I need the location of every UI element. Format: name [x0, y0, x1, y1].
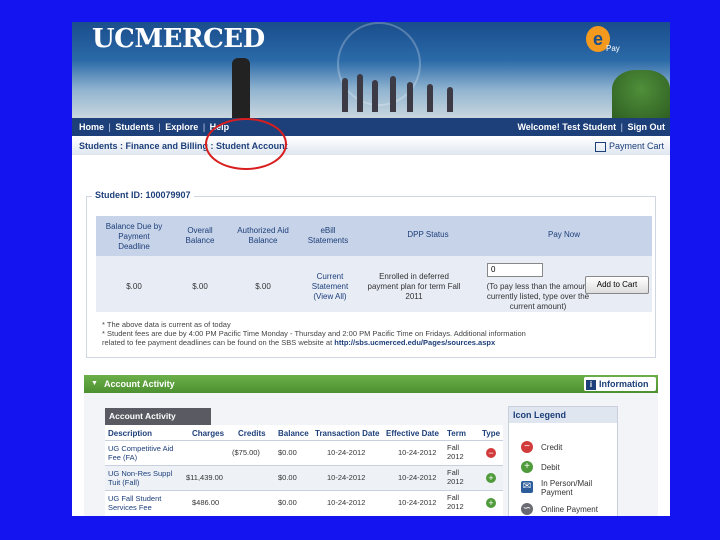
annotation-circle — [205, 118, 287, 170]
ucmerced-logo: UCMERCED — [92, 24, 265, 54]
account-activity-tab[interactable]: Account Activity — [105, 408, 211, 425]
mouse-icon: ∽ — [521, 503, 533, 515]
nav-links: Home | Students | Explore | Help — [79, 122, 230, 132]
minus-circle-icon: − — [521, 441, 533, 453]
row1-effective-date: 10-24-2012 — [398, 473, 437, 482]
breadcrumb: Students : Finance and Billing : Student… — [72, 137, 670, 155]
balance-due-value: $.00 — [126, 282, 142, 291]
sign-out-link[interactable]: Sign Out — [628, 122, 666, 132]
pay-amount-input[interactable]: 0 — [487, 263, 543, 277]
col-dpp-status: DPP Status — [407, 230, 449, 239]
row0-balance: $0.00 — [278, 448, 297, 457]
row0-credits: ($75.00) — [232, 448, 260, 457]
account-activity-title: Account Activity — [104, 379, 175, 389]
student-id-label: Student ID: 100079907 — [92, 190, 194, 200]
legend-mail-payment: In Person/Mail Payment — [541, 479, 593, 497]
collapse-arrow-icon[interactable]: ▼ — [91, 380, 98, 387]
plus-circle-icon: + — [521, 461, 533, 473]
account-activity-bar[interactable]: ▼ Account Activity i Information — [84, 375, 658, 393]
col-ebill: eBill Statements — [307, 226, 349, 245]
icon-legend: Icon Legend − Credit + Debit ✉ In Person… — [508, 406, 618, 516]
cart-icon — [594, 141, 606, 152]
note-deadlines: * Student fees are due by 4:00 PM Pacifi… — [102, 329, 526, 338]
information-link[interactable]: i Information — [584, 377, 656, 391]
plus-circle-icon: + — [486, 498, 496, 508]
overall-balance-value: $.00 — [192, 282, 208, 291]
payment-cart-link[interactable]: Payment Cart — [594, 141, 664, 152]
welcome-text: Welcome! Test Student — [517, 122, 617, 132]
legend-debit: Debit — [541, 463, 560, 472]
hdr-charges: Charges — [192, 429, 225, 438]
top-nav: Home | Students | Explore | Help Welcome… — [72, 118, 670, 136]
row0-effective-date: 10-24-2012 — [398, 448, 437, 457]
row1-description[interactable]: UG Non-Res Suppl Tuit (Fall) — [108, 469, 178, 487]
current-statement-link[interactable]: Current Statement (View All) — [306, 272, 354, 302]
campus-photo — [222, 62, 522, 112]
legend-online-payment: Online Payment — [541, 505, 598, 514]
hdr-effective-date: Effective Date — [386, 429, 439, 438]
note-sbs: related to fee payment deadlines can be … — [102, 338, 496, 347]
nav-explore[interactable]: Explore — [165, 122, 198, 132]
dpp-status-value: Enrolled in deferred payment plan for te… — [367, 272, 461, 301]
summary-table-row: $.00 $.00 $.00 Current Statement (View A… — [96, 256, 652, 312]
aid-balance-value: $.00 — [255, 282, 271, 291]
col-pay-now: Pay Now — [547, 230, 580, 239]
browser-page: UCMERCED e Pay Home | Students | Explore… — [72, 22, 670, 516]
nav-students[interactable]: Students — [115, 122, 154, 132]
row2-transaction-date: 10-24-2012 — [327, 498, 366, 507]
hdr-term: Term — [447, 429, 466, 438]
row2-effective-date: 10-24-2012 — [398, 498, 437, 507]
row1-balance: $0.00 — [278, 473, 297, 482]
row0-term: Fall 2012 — [447, 443, 464, 461]
col-aid-balance: Authorized Aid Balance — [237, 226, 289, 245]
row2-description[interactable]: UG Fall Student Services Fee — [108, 494, 178, 512]
plus-circle-icon: + — [486, 473, 496, 483]
user-area: Welcome! Test Student | Sign Out — [517, 122, 666, 132]
nav-home[interactable]: Home — [79, 122, 104, 132]
payment-cart-label: Payment Cart — [608, 141, 664, 151]
header-banner: UCMERCED e Pay — [72, 22, 670, 118]
note-current: * The above data is current as of today — [102, 320, 231, 329]
sbs-link[interactable]: http://sbs.ucmerced.edu/Pages/sources.as… — [334, 338, 495, 347]
hdr-credits: Credits — [238, 429, 266, 438]
row1-transaction-date: 10-24-2012 — [327, 473, 366, 482]
epay-logo-sub: Pay — [606, 44, 620, 53]
envelope-icon: ✉ — [521, 481, 533, 493]
col-balance-due: Balance Due by Payment Deadline — [105, 222, 163, 251]
row0-transaction-date: 10-24-2012 — [327, 448, 366, 457]
row1-charges: $11,439.00 — [186, 473, 223, 482]
summary-table-header: Balance Due by Payment Deadline Overall … — [96, 216, 652, 256]
tree-photo — [612, 70, 670, 118]
row2-term: Fall 2012 — [447, 493, 464, 511]
hdr-description: Description — [108, 429, 153, 438]
info-icon: i — [586, 379, 596, 390]
hdr-balance: Balance — [278, 429, 309, 438]
hdr-transaction-date: Transaction Date — [315, 429, 380, 438]
col-overall-balance: Overall Balance — [185, 226, 215, 245]
minus-circle-icon: − — [486, 448, 496, 458]
fee-notes: * The above data is current as of today … — [102, 320, 642, 347]
add-to-cart-button[interactable]: Add to Cart — [585, 276, 649, 294]
row2-charges: $486.00 — [192, 498, 220, 507]
row1-term: Fall 2012 — [447, 468, 464, 486]
pay-hint-text: (To pay less than the amount currently l… — [486, 282, 590, 311]
hdr-type: Type — [482, 429, 501, 438]
legend-title: Icon Legend — [509, 407, 617, 423]
legend-credit: Credit — [541, 443, 563, 452]
row2-balance: $0.00 — [278, 498, 297, 507]
row0-description[interactable]: UG Competitive Aid Fee (FA) — [108, 444, 178, 462]
information-label: Information — [599, 379, 649, 389]
